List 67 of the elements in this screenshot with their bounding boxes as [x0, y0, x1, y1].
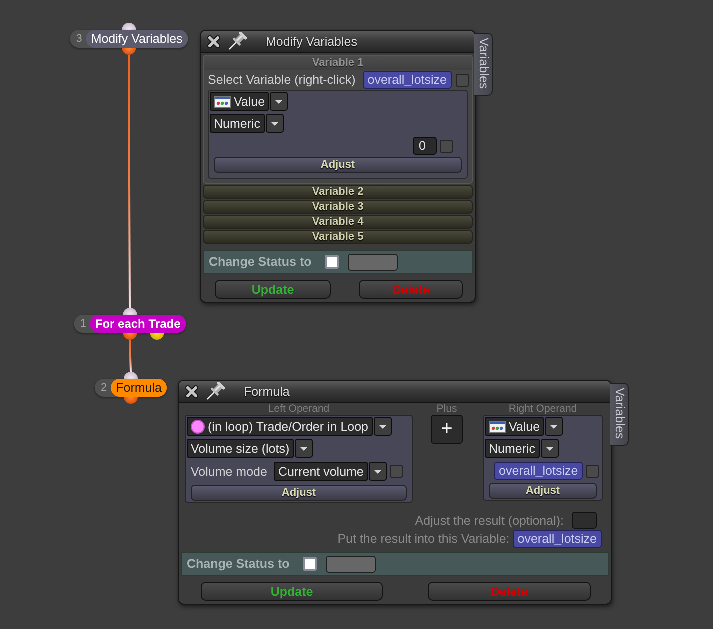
section-label: Right Operand: [508, 404, 578, 415]
update-button[interactable]: Update: [201, 582, 383, 601]
status-field[interactable]: [348, 254, 398, 270]
input-connector[interactable]: [124, 372, 138, 379]
output-connector[interactable]: [123, 333, 137, 340]
loop-connector[interactable]: [150, 333, 164, 340]
checkbox[interactable]: [324, 255, 339, 269]
caret-icon: [374, 417, 392, 436]
variable-chip[interactable]: overall_lotsize: [494, 462, 584, 480]
node-label: Modify Variables: [86, 30, 188, 48]
window-title: Modify Variables: [266, 34, 358, 48]
connector-line: [129, 340, 132, 372]
close-icon[interactable]: [185, 384, 199, 398]
circle-icon: [191, 420, 205, 434]
caret-icon: [540, 439, 559, 458]
node-label: Formula: [111, 379, 167, 397]
status-field[interactable]: [326, 556, 376, 572]
status-label: Change Status to: [209, 255, 312, 269]
flow-node[interactable]: 2 Formula: [95, 379, 167, 397]
adjust-button[interactable]: Adjust: [489, 483, 597, 499]
node-number: 1: [80, 318, 86, 330]
section-header[interactable]: Variable 2: [203, 185, 473, 199]
variables-tab[interactable]: Variables: [610, 383, 629, 446]
section-header[interactable]: Variable 3: [203, 200, 473, 214]
adjust-result-field[interactable]: [572, 512, 597, 529]
variable-chip[interactable]: overall_lotsize: [362, 71, 452, 89]
select-variable-label: Select Variable (right-click): [208, 73, 357, 87]
adjust-button[interactable]: Adjust: [214, 157, 462, 173]
caret-icon: [368, 462, 387, 481]
node-number: 2: [101, 382, 108, 394]
variable-chip[interactable]: overall_lotsize: [512, 530, 602, 548]
adjust-result-label: Adjust the result (optional):: [415, 514, 564, 528]
flow-node[interactable]: 1 For each Trade: [74, 315, 186, 333]
checkbox[interactable]: [302, 557, 317, 571]
volume-mode-label: Volume mode: [191, 464, 268, 478]
checkbox[interactable]: [440, 140, 453, 152]
window-title: Formula: [244, 384, 290, 398]
status-label: Change Status to: [187, 557, 290, 571]
caret-icon: [545, 417, 564, 436]
output-connector[interactable]: [122, 48, 136, 55]
window-icon: [214, 96, 231, 108]
section-label: Left Operand: [268, 404, 330, 415]
caret-icon: [270, 92, 288, 111]
output-connector[interactable]: [124, 397, 138, 404]
checkbox[interactable]: [456, 74, 469, 86]
pushpin-icon[interactable]: [227, 32, 249, 51]
caret-icon: [294, 439, 313, 458]
input-connector[interactable]: [123, 308, 137, 315]
window-icon: [489, 420, 506, 432]
close-icon[interactable]: [207, 34, 221, 48]
result-variable-label: Put the result into this Variable:: [338, 532, 510, 546]
pushpin-icon[interactable]: [205, 382, 227, 401]
adjust-button[interactable]: Adjust: [191, 485, 407, 501]
checkbox[interactable]: [586, 464, 600, 478]
plus-button[interactable]: +: [431, 415, 463, 444]
checkbox[interactable]: [390, 465, 403, 478]
operator-label: Plus: [436, 404, 458, 415]
caret-icon: [266, 114, 284, 133]
node-number: 3: [76, 33, 82, 45]
node-label: For each Trade: [90, 315, 186, 333]
section-header[interactable]: Variable 4: [203, 215, 473, 229]
update-button[interactable]: Update: [215, 280, 331, 299]
number-field[interactable]: 0: [413, 137, 437, 155]
input-connector[interactable]: [122, 23, 136, 30]
flow-node[interactable]: 3 Modify Variables: [70, 30, 188, 48]
variables-tab[interactable]: Variables: [474, 33, 493, 96]
section-header[interactable]: Variable 5: [203, 230, 473, 244]
